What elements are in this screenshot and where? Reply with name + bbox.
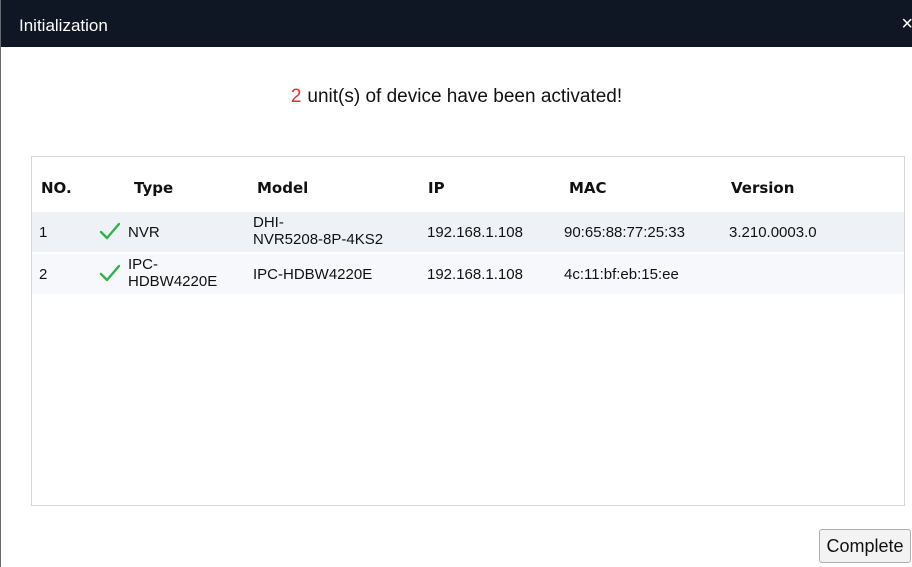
- device-type: IPC- HDBW4220E: [128, 256, 217, 290]
- device-type-line-1: IPC-: [128, 256, 158, 273]
- table-row[interactable]: 2 IPC- HDBW4220E IPC-HDBW4220E 192.168.1.…: [32, 254, 904, 294]
- title-bar: Initialization ×: [1, 0, 912, 47]
- column-header-version: Version: [731, 179, 795, 197]
- activated-count: 2: [290, 86, 302, 107]
- column-header-type: Type: [134, 179, 174, 197]
- close-icon[interactable]: ×: [901, 14, 912, 34]
- row-number: 1: [39, 224, 48, 241]
- check-icon: [99, 222, 121, 240]
- dialog-title: Initialization: [19, 16, 108, 35]
- table-row[interactable]: 1 NVR DHI- NVR5208-8P-4KS2 192.168.1.108 …: [32, 212, 904, 252]
- device-ip: 192.168.1.108: [427, 224, 523, 241]
- device-model-line-2: NVR5208-8P-4KS2: [253, 231, 384, 248]
- device-ip: 192.168.1.108: [427, 266, 523, 283]
- complete-button[interactable]: Complete: [819, 529, 911, 563]
- device-type-line-2: HDBW4220E: [128, 273, 218, 290]
- initialization-dialog: Initialization × 2 unit(s) of device have…: [0, 0, 912, 567]
- device-table: NO. Type Model IP MAC Version 1 NVR DHI-…: [31, 156, 905, 506]
- check-icon: [99, 264, 121, 282]
- device-type: NVR: [128, 224, 160, 241]
- column-header-ip: IP: [428, 179, 445, 197]
- column-header-no: NO.: [41, 179, 72, 197]
- column-header-model: Model: [257, 179, 309, 197]
- device-mac: 4c:11:bf:eb:15:ee: [564, 266, 679, 283]
- device-model-line-1: DHI-: [253, 214, 284, 231]
- device-model: DHI- NVR5208-8P-4KS2: [253, 214, 383, 248]
- row-number: 2: [39, 266, 48, 283]
- device-mac: 90:65:88:77:25:33: [564, 224, 685, 241]
- activation-summary: 2 unit(s) of device have been activated!: [1, 86, 912, 108]
- activation-message: unit(s) of device have been activated!: [307, 86, 623, 107]
- column-header-mac: MAC: [569, 179, 607, 197]
- device-version: 3.210.0003.0: [729, 224, 817, 241]
- device-model: IPC-HDBW4220E: [253, 266, 373, 283]
